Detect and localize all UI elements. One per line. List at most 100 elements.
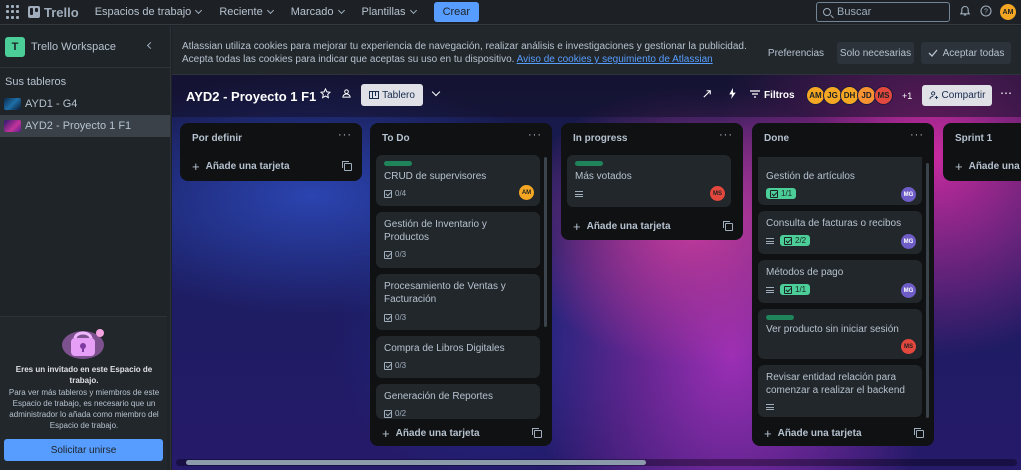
card[interactable]: Gestión de Inventario y Productos 0/3 xyxy=(376,212,540,268)
card-member-avatar[interactable]: MS xyxy=(710,186,725,201)
user-avatar[interactable]: AM xyxy=(1000,4,1016,20)
card[interactable]: Compra de Libros Digitales 0/3 xyxy=(376,336,540,378)
nav-recent[interactable]: Reciente xyxy=(219,6,274,18)
add-card-button[interactable]: + Añade una tarjeta xyxy=(192,159,290,174)
chevron-down-icon xyxy=(337,6,345,15)
cookie-policy-link[interactable]: Aviso de cookies y seguimiento de Atlass… xyxy=(517,54,713,65)
add-card-button[interactable]: + Añade una tarjeta xyxy=(573,219,671,234)
request-join-button[interactable]: Solicitar unirse xyxy=(4,439,163,461)
cookie-accept-all-label: Aceptar todas xyxy=(942,47,1005,59)
checklist-count: 0/3 xyxy=(395,313,407,322)
card-label[interactable] xyxy=(384,161,412,166)
board-horizontal-scrollbar[interactable] xyxy=(176,459,1017,466)
checklist-count: 1/1 xyxy=(781,189,793,198)
automation-icon[interactable] xyxy=(728,88,737,102)
card-member-avatar[interactable]: AM xyxy=(519,185,534,200)
list-title[interactable]: Sprint 1 xyxy=(955,133,992,144)
list-sprint-1[interactable]: Sprint 1 + Añade una tarjeta xyxy=(943,123,1021,181)
checklist-icon xyxy=(384,250,392,259)
card[interactable]: Revisar entidad relación para comenzar a… xyxy=(758,365,922,417)
help-icon[interactable]: ? xyxy=(979,5,993,19)
card[interactable]: Consulta de facturas o recibos 2/2 MG xyxy=(758,211,922,254)
nav-workspaces[interactable]: Espacios de trabajo xyxy=(95,6,203,18)
extra-members-count[interactable]: +1 xyxy=(902,91,912,101)
member-avatar[interactable]: MS xyxy=(874,86,893,105)
card-member-avatar[interactable]: MG xyxy=(901,234,916,249)
cookie-preferences-button[interactable]: Preferencias xyxy=(761,42,831,64)
checklist-count: 0/3 xyxy=(395,250,407,259)
card-template-icon[interactable] xyxy=(914,428,924,438)
search-input[interactable]: Buscar xyxy=(816,2,950,22)
list-title[interactable]: To Do xyxy=(382,133,410,144)
app-switcher-icon[interactable] xyxy=(6,5,20,19)
list-menu-icon[interactable]: ··· xyxy=(719,129,733,141)
card-template-icon[interactable] xyxy=(532,428,542,438)
bell-icon[interactable] xyxy=(958,5,972,19)
filters-label: Filtros xyxy=(764,90,795,101)
card[interactable]: CRUD de supervisores 0/4 AM xyxy=(376,155,540,206)
star-icon[interactable] xyxy=(319,87,332,102)
board-canvas: Atlassian utiliza cookies para mejorar t… xyxy=(172,26,1021,470)
card-title: Más votados xyxy=(575,171,632,182)
list-menu-icon[interactable]: ··· xyxy=(910,129,924,141)
power-ups-icon[interactable] xyxy=(702,88,713,102)
board-header: AYD2 - Proyecto 1 F1 Tablero Filtros AM … xyxy=(172,75,1021,117)
checklist-badge-complete: 1/1 xyxy=(780,284,811,295)
card-member-avatar[interactable]: MG xyxy=(901,283,916,298)
scrollbar-thumb[interactable] xyxy=(186,460,646,465)
plus-icon: + xyxy=(382,426,390,441)
add-card-button[interactable]: + Añade una tarjeta xyxy=(955,159,1021,174)
card[interactable]: Generación de Reportes 0/2 xyxy=(376,384,540,419)
card[interactable]: Métodos de pago 1/1 MG xyxy=(758,260,922,303)
workspace-header[interactable]: T Trello Workspace xyxy=(0,26,170,68)
more-options-icon[interactable]: ⋯ xyxy=(1000,86,1012,100)
checklist-icon xyxy=(784,236,792,245)
workspace-visibility-icon[interactable] xyxy=(341,88,352,102)
workspace-sidebar: T Trello Workspace Sus tableros AYD1 - G… xyxy=(0,26,171,470)
sidebar-board-ayd2[interactable]: AYD2 - Proyecto 1 F1 xyxy=(0,115,170,137)
list-scrollbar[interactable] xyxy=(544,157,547,327)
workspace-name: Trello Workspace xyxy=(31,40,116,53)
card[interactable]: Ver producto sin iniciar sesión MS xyxy=(758,309,922,359)
nav-templates[interactable]: Plantillas xyxy=(362,6,417,18)
add-card-button[interactable]: + Añade una tarjeta xyxy=(764,426,862,441)
board-view-button[interactable]: Tablero xyxy=(361,84,423,106)
list-done[interactable]: Done ··· Gestión de artículos 1/1 MG Con… xyxy=(752,123,934,446)
list-title[interactable]: Done xyxy=(764,133,789,144)
share-button[interactable]: Compartir xyxy=(922,85,992,106)
card[interactable]: Procesamiento de Ventas y Facturación 0/… xyxy=(376,274,540,330)
card-member-avatar[interactable]: MS xyxy=(901,339,916,354)
card[interactable]: Gestión de artículos 1/1 MG xyxy=(758,157,922,205)
cookie-banner: Atlassian utiliza cookies para mejorar t… xyxy=(172,26,1021,75)
view-switcher-chevron-icon[interactable] xyxy=(431,87,441,97)
checklist-badge: 0/4 xyxy=(384,189,406,198)
list-por-definir[interactable]: Por definir ··· + Añade una tarjeta xyxy=(180,123,362,181)
list-title[interactable]: In progress xyxy=(573,133,627,144)
card-template-icon[interactable] xyxy=(342,161,352,171)
trello-logo[interactable]: Trello xyxy=(28,5,79,20)
cookie-accept-all-button[interactable]: Aceptar todas xyxy=(921,42,1011,64)
card-label[interactable] xyxy=(766,315,794,320)
nav-starred[interactable]: Marcado xyxy=(291,6,345,18)
list-menu-icon[interactable]: ··· xyxy=(338,129,352,141)
list-title[interactable]: Por definir xyxy=(192,133,242,144)
list-in-progress[interactable]: In progress ··· Más votados MS + Añade un… xyxy=(561,123,743,240)
search-placeholder: Buscar xyxy=(837,6,872,18)
card-label[interactable] xyxy=(575,161,603,166)
add-card-button[interactable]: + Añade una tarjeta xyxy=(382,426,480,441)
padlock-illustration-icon xyxy=(62,329,104,359)
list-menu-icon[interactable]: ··· xyxy=(528,129,542,141)
sidebar-board-ayd1[interactable]: AYD1 - G4 xyxy=(0,93,170,115)
create-button[interactable]: Crear xyxy=(433,2,480,22)
card-template-icon[interactable] xyxy=(723,221,733,231)
list-scrollbar[interactable] xyxy=(926,163,929,418)
checklist-badge-complete: 2/2 xyxy=(780,235,811,246)
card-member-avatar[interactable]: MG xyxy=(901,187,916,202)
board-title[interactable]: AYD2 - Proyecto 1 F1 xyxy=(186,89,316,104)
card[interactable]: Más votados MS xyxy=(567,155,731,207)
board-members[interactable]: AM JG DH JD MS xyxy=(806,86,893,105)
filters-button[interactable]: Filtros xyxy=(750,90,795,101)
top-navigation-bar: Trello Espacios de trabajo Reciente Marc… xyxy=(0,0,1021,25)
list-to-do[interactable]: To Do ··· CRUD de supervisores 0/4 AM Ge… xyxy=(370,123,552,446)
cookie-necessary-button[interactable]: Solo necesarias xyxy=(837,42,914,64)
